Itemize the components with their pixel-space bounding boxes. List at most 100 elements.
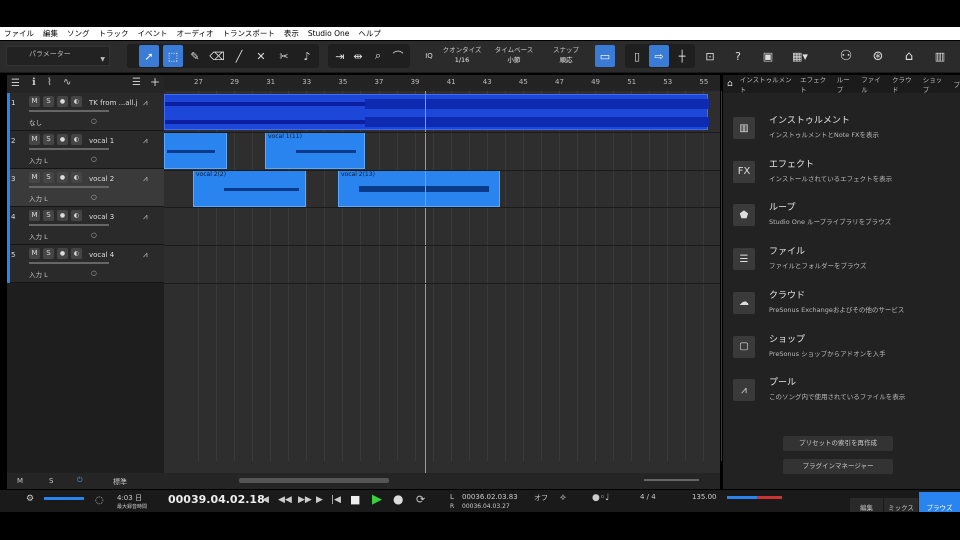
- time-signature[interactable]: 4 / 4: [640, 493, 656, 501]
- monitor-icon[interactable]: ◐: [71, 96, 82, 107]
- track-header[interactable]: 3 M S ● ◐ vocal 2 ⩘ 入力 L ○: [7, 169, 164, 207]
- fast-forward-icon[interactable]: ▶▶: [298, 495, 312, 505]
- browser-tab[interactable]: エフェクト: [800, 74, 830, 94]
- browser-tab[interactable]: ファイル: [861, 74, 885, 94]
- solo-button[interactable]: S: [43, 248, 54, 259]
- global-solo-button[interactable]: S: [49, 477, 53, 485]
- audio-clip-vocal1-a[interactable]: [164, 132, 227, 169]
- split-tool-icon[interactable]: ✂: [274, 45, 294, 67]
- list-icon[interactable]: ☰: [132, 77, 141, 88]
- output-selector[interactable]: ○: [91, 269, 97, 277]
- autoscroll-icon[interactable]: ⇨: [649, 45, 669, 67]
- menu-item[interactable]: トラック: [99, 28, 129, 39]
- track-name[interactable]: vocal 1: [89, 137, 114, 145]
- punch-off[interactable]: オフ: [534, 493, 548, 503]
- follow-icon[interactable]: ▯: [627, 45, 647, 67]
- audio-clip-tk[interactable]: [164, 94, 709, 130]
- menu-item[interactable]: 表示: [284, 28, 299, 39]
- audio-clip-vocal1-b[interactable]: vocal 1(11): [265, 132, 365, 169]
- stretch-icon[interactable]: ⇹: [348, 45, 368, 67]
- solo-button[interactable]: S: [43, 172, 54, 183]
- browser-tab[interactable]: ループ: [837, 74, 854, 94]
- precount-icon[interactable]: ⟡: [560, 493, 566, 503]
- monitor-icon[interactable]: ◐: [71, 248, 82, 259]
- solo-button[interactable]: S: [43, 210, 54, 221]
- quantize-dropdown[interactable]: クオンタイズ 1/16: [442, 45, 482, 65]
- browser-item[interactable]: ☰ ファイル ファイルとフォルダーをブラウズ: [733, 244, 948, 284]
- input-selector[interactable]: 入力 L: [29, 269, 48, 279]
- home-icon[interactable]: ⌂: [899, 45, 919, 67]
- split-view-icon[interactable]: ┼: [672, 45, 692, 67]
- iq-button[interactable]: IQ: [419, 45, 439, 67]
- mute-button[interactable]: M: [29, 134, 40, 145]
- input-selector[interactable]: なし: [29, 117, 42, 127]
- menu-item[interactable]: トランスポート: [222, 28, 274, 39]
- range-tool-icon[interactable]: ⬚: [163, 45, 183, 67]
- volume-slider[interactable]: [29, 186, 109, 188]
- browser-tab[interactable]: インストゥルメント: [740, 74, 793, 94]
- output-selector[interactable]: ○: [91, 117, 97, 125]
- fullscreen-icon[interactable]: ⊡: [700, 45, 720, 67]
- zoom-icon[interactable]: ⌕: [368, 45, 388, 67]
- volume-slider[interactable]: [29, 110, 109, 112]
- menu-item[interactable]: 編集: [43, 28, 58, 39]
- track-header[interactable]: 5 M S ● ◐ vocal 4 ⩘ 入力 L ○: [7, 245, 164, 283]
- parameter-dropdown[interactable]: パラメーター ▼: [6, 46, 110, 66]
- tempo[interactable]: 135.00: [692, 493, 717, 501]
- mode-dropdown[interactable]: 標準: [113, 477, 127, 487]
- track-header[interactable]: 1 M S ● ◐ TK from ...all.j ⩘ なし ○: [7, 93, 164, 131]
- curve-icon[interactable]: ∿: [63, 77, 71, 88]
- horizontal-scrollbar[interactable]: [164, 473, 720, 489]
- automation-icon[interactable]: ⌇: [47, 77, 52, 88]
- browser-item[interactable]: ▢ ショップ PreSonus ショップからアドオンを入手: [733, 332, 948, 372]
- layout-icon[interactable]: ▦▾: [786, 45, 814, 67]
- plugin-manager-button[interactable]: プラグインマネージャー: [783, 459, 893, 474]
- forward-end-icon[interactable]: ▶: [316, 495, 323, 505]
- edit-tab[interactable]: 編集: [850, 498, 883, 512]
- paint-tool-icon[interactable]: ╱: [229, 45, 249, 67]
- record-arm-icon[interactable]: ●: [57, 96, 68, 107]
- listen-tool-icon[interactable]: ♪: [297, 45, 317, 67]
- eraser-tool-icon[interactable]: ⌫: [207, 45, 227, 67]
- arrow-tool-icon[interactable]: ➚: [139, 45, 159, 67]
- browse-tab[interactable]: ブラウズ: [919, 492, 960, 512]
- timeline-ruler[interactable]: 27 29 31 33 35 37 39 41 43 45 47 49 51 53 55: [164, 75, 720, 91]
- volume-slider[interactable]: [29, 148, 109, 150]
- monitor-icon[interactable]: ◐: [71, 172, 82, 183]
- zoom-slider[interactable]: [644, 479, 699, 481]
- global-mute-button[interactable]: M: [17, 477, 23, 485]
- mute-button[interactable]: M: [29, 210, 40, 221]
- track-name[interactable]: TK from ...all.j: [89, 99, 138, 107]
- transient-icon[interactable]: ⇥: [330, 45, 350, 67]
- mute-button[interactable]: M: [29, 172, 40, 183]
- play-icon[interactable]: ▶: [372, 492, 382, 507]
- bend-icon[interactable]: ⌒: [388, 45, 408, 67]
- record-arm-icon[interactable]: ●: [57, 248, 68, 259]
- info-icon[interactable]: ℹ: [32, 77, 36, 88]
- snap-toggle-icon[interactable]: ▭: [595, 45, 615, 67]
- output-selector[interactable]: ○: [91, 193, 97, 201]
- menu-item[interactable]: ソング: [67, 28, 90, 39]
- snap-dropdown[interactable]: スナップ 順応: [546, 45, 586, 65]
- pencil-tool-icon[interactable]: ✎: [185, 45, 205, 67]
- audio-clip-vocal2-a[interactable]: vocal 2(2): [193, 170, 306, 207]
- input-selector[interactable]: 入力 L: [29, 231, 48, 241]
- return-zero-icon[interactable]: |◀: [331, 495, 341, 505]
- input-selector[interactable]: 入力 L: [29, 155, 48, 165]
- audio-clip-vocal2-b[interactable]: vocal 2(13): [338, 170, 500, 207]
- studio-icon[interactable]: ▥: [930, 45, 950, 67]
- menu-icon[interactable]: ☰: [11, 78, 20, 89]
- monitor-icon[interactable]: ◐: [71, 134, 82, 145]
- mute-button[interactable]: M: [29, 248, 40, 259]
- user-icon[interactable]: ⚇: [836, 45, 856, 67]
- scroll-thumb[interactable]: [239, 478, 389, 483]
- power-icon[interactable]: ⏻: [77, 476, 83, 485]
- stop-icon[interactable]: ■: [350, 493, 360, 506]
- record-arm-icon[interactable]: ●: [57, 134, 68, 145]
- browser-item[interactable]: ⬟ ループ Studio One ループライブラリをブラウズ: [733, 200, 948, 240]
- solo-button[interactable]: S: [43, 96, 54, 107]
- browser-item[interactable]: ▥ インストゥルメント インストゥルメントとNote FXを表示: [733, 113, 948, 153]
- menu-item[interactable]: ヘルプ: [358, 28, 381, 39]
- monitor-icon[interactable]: ◐: [71, 210, 82, 221]
- menu-item[interactable]: Studio One: [308, 29, 350, 38]
